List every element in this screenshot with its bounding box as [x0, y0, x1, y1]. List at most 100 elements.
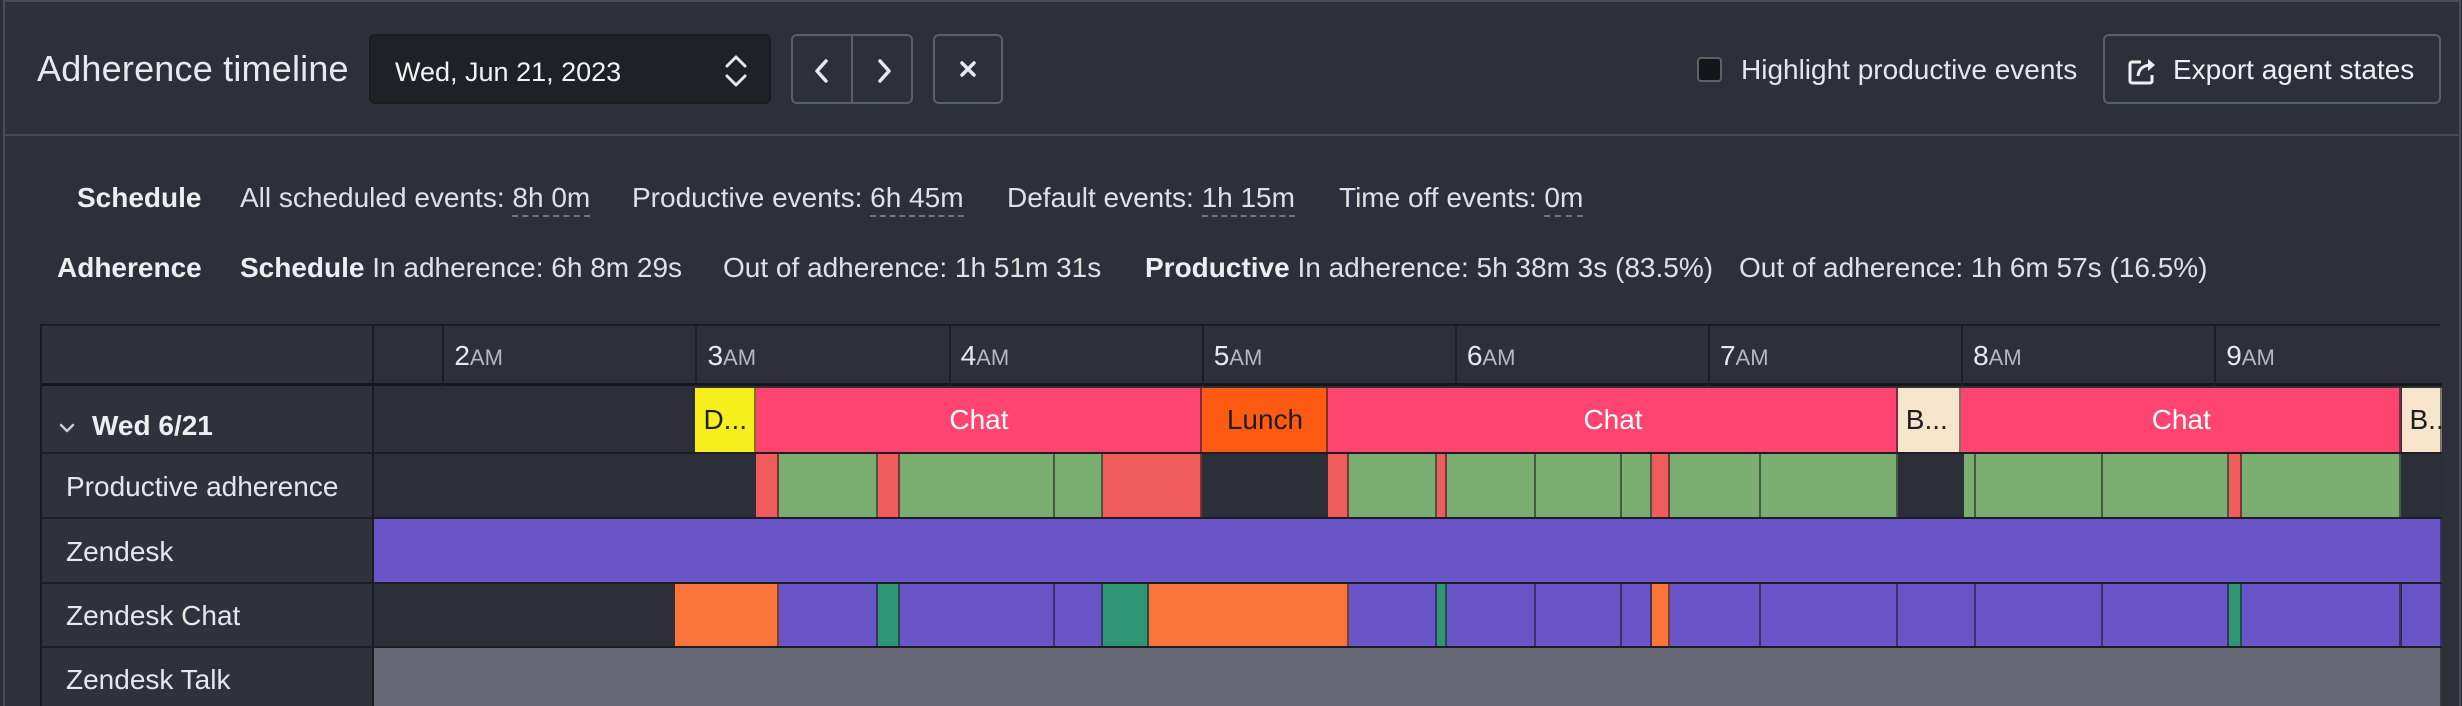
state-segment[interactable]: [1761, 584, 1898, 646]
state-segment[interactable]: [2242, 584, 2402, 646]
schedule-event[interactable]: B...: [2401, 388, 2442, 452]
state-segment[interactable]: [1761, 454, 1898, 517]
state-segment[interactable]: [2229, 454, 2243, 517]
state-segment[interactable]: [1652, 584, 1670, 646]
state-segment[interactable]: [900, 454, 1055, 517]
row-label-productive-adherence: Productive adherence: [66, 471, 339, 502]
state-segment[interactable]: [1976, 584, 2103, 646]
hour-tick-label: 4AM: [960, 340, 1010, 371]
state-segment[interactable]: [1054, 584, 1103, 646]
state-segment[interactable]: [1447, 584, 1536, 646]
row-label-zendesk: Zendesk: [66, 536, 174, 567]
export-agent-states-button[interactable]: Export agent states: [2103, 34, 2441, 104]
state-segment[interactable]: [1897, 584, 1977, 646]
next-day-button[interactable]: [851, 34, 913, 104]
schedule-label: Schedule: [77, 182, 202, 213]
state-segment[interactable]: [1348, 584, 1438, 646]
state-segment[interactable]: [1437, 584, 1448, 646]
productive-out-of-adherence-stat: Out of adherence: 1h 6m 57s (16.5%): [1739, 252, 2208, 283]
chevron-updown-icon: [725, 55, 747, 87]
schedule-event-label: Lunch: [1226, 404, 1304, 435]
toolbar: Adherence timeline Wed, Jun 21, 2023 Hig: [5, 2, 2459, 136]
share-export-icon: [2128, 59, 2155, 85]
previous-day-button[interactable]: [791, 34, 853, 104]
schedule-event[interactable]: Lunch: [1201, 388, 1329, 452]
productive-events-stat: Productive events: 6h 45m: [632, 182, 964, 217]
productive-adherence-track: [374, 454, 2442, 517]
state-segment[interactable]: [1669, 584, 1762, 646]
highlight-productive-label[interactable]: Highlight productive events: [1741, 54, 2077, 86]
hour-tick-label: 7AM: [1719, 340, 1769, 371]
chevron-left-icon: [815, 59, 828, 83]
hour-tick: 4AM: [948, 326, 1009, 386]
state-segment[interactable]: [2242, 454, 2402, 517]
state-segment[interactable]: [2102, 454, 2230, 517]
adherence-summary: Adherence Schedule In adherence: 6h 8m 2…: [5, 252, 2305, 292]
state-segment[interactable]: [1148, 584, 1349, 646]
schedule-event-label: Chat: [949, 404, 1009, 435]
state-segment[interactable]: [1963, 454, 1977, 517]
state-segment[interactable]: [1621, 584, 1653, 646]
hour-tick: 7AM: [1707, 326, 1769, 386]
schedule-event[interactable]: D...: [695, 388, 757, 452]
zendesk-talk-track: [374, 648, 2442, 706]
hour-tick-label: 5AM: [1213, 340, 1263, 371]
zendesk-track: [374, 519, 2442, 582]
schedule-event[interactable]: B...: [1897, 388, 1962, 452]
chevron-right-icon: [878, 59, 891, 83]
state-segment[interactable]: [877, 584, 901, 646]
day-group-toggle[interactable]: Wed 6/21: [58, 410, 213, 442]
schedule-event[interactable]: Chat: [1328, 388, 1898, 452]
state-segment[interactable]: [1102, 454, 1202, 517]
state-segment[interactable]: [756, 454, 779, 517]
schedule-summary: Schedule All scheduled events: 8h 0m Pro…: [5, 182, 1705, 222]
state-segment[interactable]: [1437, 454, 1448, 517]
schedule-event-label: Chat: [1583, 404, 1643, 435]
schedule-event-label: D...: [703, 404, 748, 435]
hour-tick: 6AM: [1454, 326, 1515, 386]
hour-tick: 2AM: [442, 326, 503, 386]
state-segment[interactable]: [778, 454, 878, 517]
highlight-productive-checkbox[interactable]: [1697, 57, 1722, 82]
state-segment[interactable]: [900, 584, 1055, 646]
hour-tick-label: 3AM: [707, 340, 757, 371]
date-value: Wed, Jun 21, 2023: [395, 57, 622, 87]
date-picker[interactable]: Wed, Jun 21, 2023: [369, 34, 771, 104]
hour-tick: 8AM: [1961, 326, 2022, 386]
state-segment[interactable]: [374, 648, 2442, 706]
state-segment[interactable]: [1621, 454, 1653, 517]
state-segment[interactable]: [877, 454, 901, 517]
schedule-event-label: B...: [2409, 404, 2442, 435]
state-segment[interactable]: [1447, 454, 1536, 517]
close-button[interactable]: [933, 34, 1003, 104]
schedule-event[interactable]: Chat: [756, 388, 1202, 452]
state-segment[interactable]: [1976, 454, 2103, 517]
state-segment[interactable]: [1652, 454, 1670, 517]
hour-tick: 9AM: [2214, 326, 2275, 386]
schedule-out-of-adherence-stat: Out of adherence: 1h 51m 31s: [723, 252, 1102, 283]
hour-tick-label: 9AM: [2226, 340, 2275, 371]
state-segment[interactable]: [374, 519, 2442, 582]
all-scheduled-stat: All scheduled events: 8h 0m: [240, 182, 591, 217]
state-segment[interactable]: [1348, 454, 1438, 517]
state-segment[interactable]: [675, 584, 779, 646]
state-segment[interactable]: [1535, 584, 1622, 646]
schedule-event[interactable]: Chat: [1961, 388, 2402, 452]
state-segment[interactable]: [1669, 454, 1762, 517]
state-segment[interactable]: [1328, 454, 1349, 517]
adherence-timeline-panel: Adherence timeline Wed, Jun 21, 2023 Hig: [3, 0, 2461, 706]
state-segment[interactable]: [1054, 454, 1103, 517]
default-events-stat: Default events: 1h 15m: [1007, 182, 1295, 217]
chevron-down-icon: [59, 423, 75, 432]
state-segment[interactable]: [2229, 584, 2243, 646]
state-segment[interactable]: [2401, 584, 2442, 646]
schedule-track: D... Chat Lunch Chat B... Chat B...: [374, 388, 2442, 452]
state-segment[interactable]: [1535, 454, 1622, 517]
hour-tick-label: 8AM: [1973, 340, 2022, 371]
day-label: Wed 6/21: [92, 410, 213, 441]
state-segment[interactable]: [2102, 584, 2230, 646]
page-title: Adherence timeline: [37, 48, 349, 89]
state-segment[interactable]: [1102, 584, 1149, 646]
state-segment[interactable]: [778, 584, 878, 646]
schedule-in-adherence-stat: Schedule In adherence: 6h 8m 29s: [240, 252, 683, 283]
